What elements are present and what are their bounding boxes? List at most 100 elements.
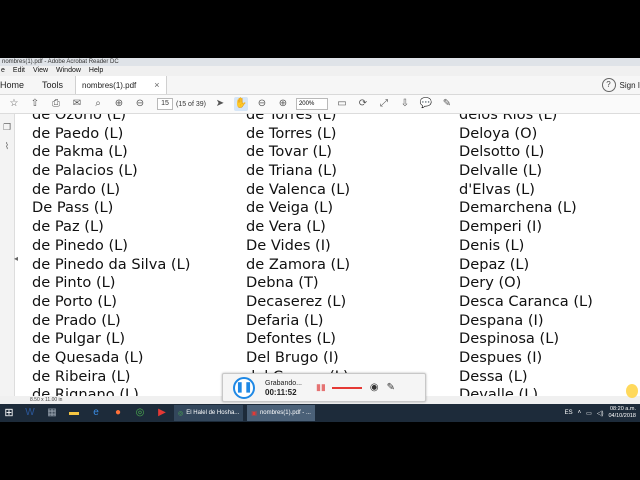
calculator-icon[interactable]: ▦ [44, 406, 60, 420]
taskbar-app-acrobat[interactable]: ▣ nombres(1).pdf - ... [247, 405, 315, 421]
full-screen-icon[interactable]: ⤢ [377, 97, 391, 111]
list-item: Debna (T) [246, 274, 319, 292]
taskbar-app-label: nombres(1).pdf - ... [259, 410, 311, 416]
list-item: de Palacios (L) [32, 162, 138, 180]
language-indicator[interactable]: ES [565, 410, 573, 416]
list-item: de Prado (L) [32, 311, 121, 329]
internet-explorer-icon[interactable]: e [88, 406, 104, 420]
zoom-select[interactable]: 200% [295, 98, 328, 110]
list-item: de Pardo (L) [32, 180, 121, 198]
windows-start-icon[interactable]: ⊞ [2, 406, 16, 420]
tab-home[interactable]: Home [0, 80, 34, 90]
window-title: nombres(1).pdf - Adobe Acrobat Reader DC [0, 58, 640, 66]
name-column-2: de Torres (L) de Torres (L) de Tovar (L)… [246, 114, 350, 405]
pages-icon[interactable]: ❐ [0, 122, 14, 133]
list-item: Despues (I) [459, 348, 543, 366]
comment-icon[interactable]: 💬 [419, 97, 433, 111]
list-item: de Paedo (L) [32, 124, 124, 142]
list-item: Denis (L) [459, 236, 525, 254]
close-icon[interactable]: × [154, 80, 159, 90]
hand-icon[interactable]: ✋ [233, 97, 248, 111]
left-panel: ❐ ⌇ [0, 114, 15, 414]
screen-recorder-widget: ❚❚ Grabando... 00:11:52 ▮▮ ◉ ✎ [222, 373, 426, 402]
webcam-icon[interactable]: ◉ [370, 382, 379, 393]
star-icon[interactable]: ☆ [7, 97, 21, 111]
list-item: Dery (O) [459, 274, 522, 292]
highlight-icon[interactable]: ✎ [440, 97, 454, 111]
mail-icon[interactable]: ✉ [70, 97, 84, 111]
scroll-mode-icon[interactable]: ⇩ [398, 97, 412, 111]
list-item: de Zamora (L) [246, 255, 351, 273]
list-item: de Porto (L) [32, 292, 117, 310]
menu-window[interactable]: Window [56, 66, 81, 76]
help-icon[interactable]: ? [601, 78, 616, 92]
next-page-icon[interactable]: ⊖ [133, 97, 147, 111]
taskbar-app-chrome[interactable]: ◎ El Halel de Hosha... [174, 405, 244, 421]
list-item: delos Rios (L) [459, 114, 558, 123]
list-item: de Quesada (L) [32, 348, 144, 366]
chevron-up-icon[interactable]: ˄ [578, 410, 582, 416]
taskbar: ⊞ W ▦ ▬ e ● ◎ ▶ ◎ El Halel de Hosha... ▣… [0, 404, 640, 422]
sign-in-link[interactable]: Sign I [620, 81, 640, 90]
menu-help[interactable]: Help [89, 66, 103, 76]
taskbar-app-label: El Halel de Hosha... [186, 410, 240, 416]
cursor-icon[interactable]: ➤ [213, 97, 227, 111]
word-icon[interactable]: W [22, 406, 38, 420]
zoom-out-icon[interactable]: ⊖ [255, 97, 269, 111]
screen: nombres(1).pdf - Adobe Acrobat Reader DC… [0, 58, 640, 422]
fit-page-icon[interactable]: ▭ [335, 97, 349, 111]
tab-tools[interactable]: Tools [34, 80, 75, 90]
name-column-1: de Ozorio (L) de Paedo (L) de Pakma (L) … [32, 114, 190, 405]
audio-level-bar [331, 386, 362, 389]
attachment-icon[interactable]: ⌇ [0, 141, 14, 152]
list-item: Dessa (L) [459, 367, 528, 385]
menu-edit[interactable]: Edit [13, 66, 25, 76]
page-number-input[interactable]: 15 [157, 98, 173, 110]
volume-icon[interactable]: ◁) [597, 410, 604, 417]
menu-bar: e Edit View Window Help [0, 66, 640, 76]
clock[interactable]: 08:20 a.m. 04/10/2018 [608, 406, 636, 420]
clock-date: 04/10/2018 [608, 413, 636, 419]
clock-time: 08:20 a.m. [610, 406, 636, 412]
media-player-icon[interactable]: ▶ [154, 406, 170, 420]
list-item: Delsotto (L) [459, 143, 545, 161]
list-item: Del Brugo (I) [246, 348, 339, 366]
list-item: d'Elvas (L) [459, 180, 535, 198]
toolbar: ☆ ⇧ ⎙ ✉ ⌕ ⊕ ⊖ 15 (15 of 39) ➤ ✋ ⊖ ⊕ 200%… [0, 95, 640, 114]
list-item: de Tovar (L) [246, 143, 332, 161]
list-item: de Ribeira (L) [32, 367, 131, 385]
list-item: de Triana (L) [246, 162, 337, 180]
search-icon[interactable]: ⌕ [91, 97, 105, 111]
list-item: Demperi (I) [459, 218, 543, 236]
list-item: Defontes (L) [246, 330, 336, 348]
name-column-3: delos Rios (L) Deloya (O) Delsotto (L) D… [459, 114, 593, 405]
list-item: de Ozorio (L) [32, 114, 127, 123]
folder-icon[interactable]: ▬ [66, 406, 82, 420]
list-item: de Pinedo da Silva (L) [32, 255, 191, 273]
previous-page-icon[interactable]: ⊕ [112, 97, 126, 111]
tab-document-label: nombres(1).pdf [82, 80, 137, 90]
document-page: de Ozorio (L) de Paedo (L) de Pakma (L) … [18, 114, 640, 410]
menu-view[interactable]: View [33, 66, 48, 76]
network-icon[interactable]: ▭ [586, 410, 592, 417]
list-item: Deloya (O) [459, 124, 538, 142]
menu-file[interactable]: e [1, 66, 5, 76]
zoom-in-icon[interactable]: ⊕ [276, 97, 290, 111]
chrome-icon[interactable]: ◎ [132, 406, 148, 420]
list-item: Demarchena (L) [459, 199, 577, 217]
list-item: Defaria (L) [246, 311, 324, 329]
list-item: de Torres (L) [246, 114, 337, 123]
system-tray: ES ˄ ▭ ◁) 08:20 a.m. 04/10/2018 [565, 406, 636, 420]
pen-icon[interactable]: ✎ [387, 382, 395, 393]
tab-document[interactable]: nombres(1).pdf × [75, 76, 167, 94]
acrobat-icon: ▣ [251, 410, 257, 417]
print-icon[interactable]: ⎙ [49, 97, 63, 111]
upload-icon[interactable]: ⇧ [28, 97, 42, 111]
recording-status: Grabando... 00:11:52 [265, 379, 302, 397]
list-item: De Pass (L) [32, 199, 114, 217]
firefox-icon[interactable]: ● [110, 406, 126, 420]
list-item: Despinosa (L) [459, 330, 560, 348]
rotate-icon[interactable]: ⟳ [356, 97, 370, 111]
pause-icon[interactable]: ❚❚ [233, 376, 255, 399]
list-item: de Torres (L) [246, 124, 337, 142]
